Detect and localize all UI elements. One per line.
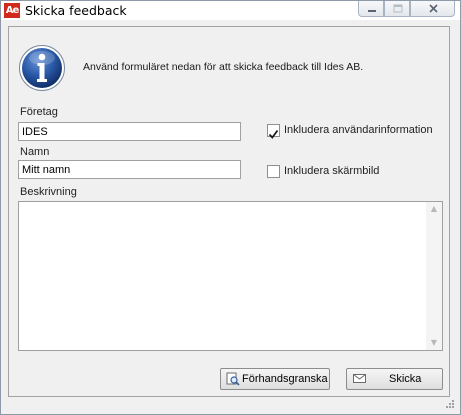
close-button[interactable]: [410, 1, 455, 17]
app-logo-icon: Ae: [4, 3, 20, 18]
name-label: Namn: [20, 146, 50, 158]
info-message: Använd formuläret nedan för att skicka f…: [83, 61, 364, 73]
preview-button[interactable]: Förhandsgranska: [220, 368, 330, 390]
maximize-icon: [393, 4, 403, 13]
checkmark-icon: [268, 129, 279, 139]
preview-magnifier-icon: [226, 372, 240, 386]
include-screenshot-label[interactable]: Inkludera skärmbild: [284, 165, 379, 177]
preview-button-label: Förhandsgranska: [242, 373, 328, 385]
include-screenshot-checkbox[interactable]: [267, 165, 280, 178]
feedback-form-panel: Använd formuläret nedan för att skicka f…: [8, 26, 450, 397]
minimize-button[interactable]: [358, 1, 384, 17]
title-bar[interactable]: Ae Skicka feedback: [1, 1, 460, 20]
maximize-button[interactable]: [384, 1, 410, 17]
include-user-info-checkbox[interactable]: [267, 124, 280, 139]
dialog-client-area: Använd formuläret nedan för att skicka f…: [4, 20, 457, 411]
description-scrollbar[interactable]: ▲ ▼: [426, 202, 442, 350]
description-label: Beskrivning: [20, 186, 77, 198]
send-button[interactable]: Skicka: [346, 368, 443, 390]
include-user-info-label[interactable]: Inkludera användarinformation: [284, 124, 433, 136]
info-icon: [19, 45, 65, 91]
close-icon: [429, 4, 438, 13]
company-field[interactable]: [18, 122, 241, 141]
description-textarea[interactable]: ▲ ▼: [18, 201, 443, 351]
scroll-down-icon[interactable]: ▼: [426, 336, 442, 350]
feedback-dialog: Ae Skicka feedback Använd formuläret ned…: [0, 0, 461, 415]
send-envelope-icon: [353, 374, 366, 383]
minimize-icon: [368, 10, 376, 12]
resize-grip-icon[interactable]: [445, 399, 455, 409]
send-button-label: Skicka: [389, 373, 422, 385]
name-field[interactable]: [18, 160, 241, 179]
scroll-up-icon[interactable]: ▲: [426, 202, 442, 216]
window-title: Skicka feedback: [25, 3, 127, 18]
company-label: Företag: [20, 106, 58, 118]
